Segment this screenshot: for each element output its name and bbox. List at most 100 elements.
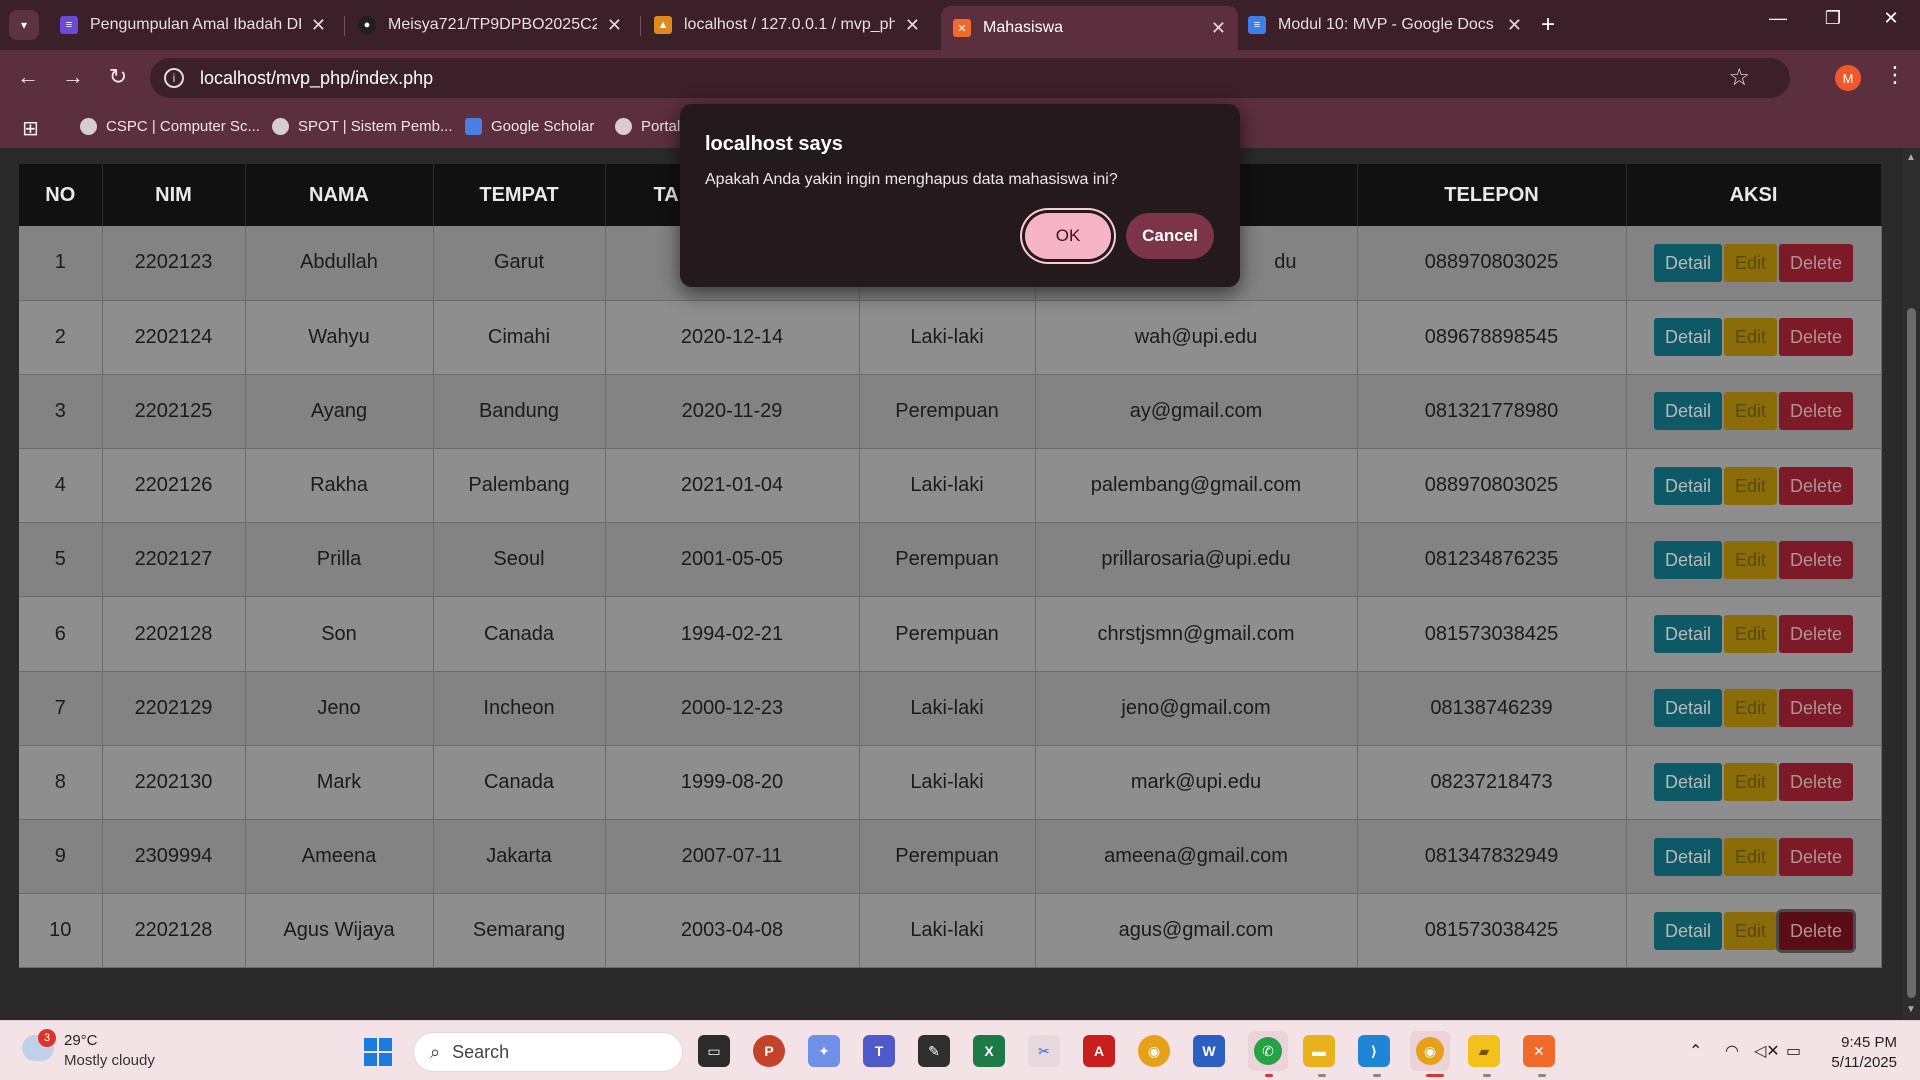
taskbar-search[interactable]: ⌕ Search: [413, 1032, 683, 1072]
tab-github[interactable]: ● Meisya721/TP9DPBO2025C2 ✕: [346, 8, 634, 42]
snipping-tool-icon[interactable]: ✂: [1028, 1035, 1060, 1067]
menu-icon[interactable]: ⋮: [1884, 62, 1906, 88]
bookmark-cspc[interactable]: CSPC | Computer Sc...: [80, 118, 260, 135]
detail-button[interactable]: Detail: [1653, 392, 1722, 431]
edit-button[interactable]: Edit: [1723, 540, 1778, 579]
chrome-profile-icon[interactable]: ◉: [1410, 1031, 1450, 1071]
edit-button[interactable]: Edit: [1723, 392, 1778, 431]
close-window-icon[interactable]: ✕: [1871, 8, 1911, 29]
table-row: 3 2202125 Ayang Bandung 2020-11-29 Perempuan a…: [19, 374, 1882, 450]
detail-button[interactable]: Detail: [1653, 615, 1722, 654]
edit-button[interactable]: Edit: [1723, 763, 1778, 802]
sticky-notes-icon[interactable]: ▰: [1468, 1035, 1500, 1067]
edit-button[interactable]: Edit: [1723, 911, 1778, 950]
close-icon[interactable]: ✕: [607, 15, 622, 36]
delete-button[interactable]: Delete: [1779, 392, 1854, 431]
delete-button[interactable]: Delete: [1779, 689, 1854, 728]
detail-button[interactable]: Detail: [1653, 837, 1722, 876]
new-tab-button[interactable]: +: [1541, 11, 1555, 39]
cell-aksi: Detail Edit Delete: [1626, 819, 1882, 895]
cell-tempat: Seoul: [433, 522, 606, 598]
delete-button[interactable]: Delete: [1779, 763, 1854, 802]
delete-button[interactable]: Delete: [1779, 540, 1854, 579]
cell-tempat: Canada: [433, 745, 606, 821]
edit-button[interactable]: Edit: [1723, 615, 1778, 654]
scrollbar-thumb[interactable]: [1907, 308, 1916, 998]
address-bar[interactable]: i localhost/mvp_php/index.php ☆: [150, 58, 1790, 98]
battery-icon[interactable]: ▭: [1786, 1041, 1801, 1061]
header-telepon: TELEPON: [1357, 164, 1627, 226]
detail-button[interactable]: Detail: [1653, 466, 1722, 505]
reload-icon[interactable]: ↻: [103, 64, 133, 90]
close-icon[interactable]: ✕: [311, 15, 326, 36]
copilot-icon[interactable]: ✦: [808, 1035, 840, 1067]
scroll-up-icon[interactable]: ▲: [1906, 152, 1916, 163]
file-explorer-icon[interactable]: ▬: [1303, 1035, 1335, 1067]
delete-button[interactable]: Delete: [1779, 466, 1854, 505]
chevron-up-icon[interactable]: ⌃: [1689, 1041, 1702, 1061]
ok-button[interactable]: OK: [1025, 213, 1111, 259]
detail-button[interactable]: Detail: [1653, 318, 1722, 357]
cell-aksi: Detail Edit Delete: [1626, 522, 1882, 598]
cancel-button[interactable]: Cancel: [1126, 213, 1214, 259]
tab-forms[interactable]: ≡ Pengumpulan Amal Ibadah DPB ✕: [48, 8, 338, 42]
close-icon[interactable]: ✕: [905, 15, 920, 36]
site-info-icon[interactable]: i: [164, 68, 184, 88]
tab-mahasiswa[interactable]: ✕ Mahasiswa ✕: [941, 6, 1238, 50]
teams-icon[interactable]: T: [863, 1035, 895, 1067]
delete-button[interactable]: Delete: [1779, 615, 1854, 654]
tab-search-button[interactable]: ▾: [9, 10, 39, 40]
detail-button[interactable]: Detail: [1653, 911, 1722, 950]
restore-icon[interactable]: ❐: [1813, 8, 1853, 29]
cell-tempat: Incheon: [433, 671, 606, 746]
volume-muted-icon[interactable]: ◁✕: [1754, 1041, 1780, 1061]
tab-phpmyadmin[interactable]: ▲ localhost / 127.0.0.1 / mvp_php ✕: [642, 8, 932, 42]
excel-icon[interactable]: X: [973, 1035, 1005, 1067]
whatsapp-icon[interactable]: ✆: [1248, 1031, 1288, 1071]
windows-start-icon[interactable]: [364, 1038, 392, 1066]
scroll-down-icon[interactable]: ▼: [1906, 1004, 1916, 1015]
delete-button[interactable]: Delete: [1779, 318, 1854, 357]
weather-temperature[interactable]: 29°C: [64, 1032, 98, 1049]
delete-button[interactable]: Delete: [1779, 243, 1854, 282]
back-icon[interactable]: ←: [13, 64, 43, 90]
profile-avatar[interactable]: M: [1835, 65, 1861, 91]
detail-button[interactable]: Detail: [1653, 540, 1722, 579]
apps-grid-icon[interactable]: ⊞: [22, 116, 39, 141]
edit-button[interactable]: Edit: [1723, 466, 1778, 505]
minimize-icon[interactable]: —: [1758, 8, 1798, 29]
table-row: 4 2202126 Rakha Palembang 2021-01-04 Laki-lak…: [19, 448, 1882, 524]
close-icon[interactable]: ✕: [1507, 15, 1522, 36]
xampp-icon[interactable]: ✕: [1523, 1035, 1555, 1067]
delete-button[interactable]: Delete: [1779, 911, 1854, 950]
detail-button[interactable]: Detail: [1653, 763, 1722, 802]
tab-google-docs[interactable]: ≡ Modul 10: MVP - Google Docs ✕: [1236, 8, 1534, 42]
bookmark-star-icon[interactable]: ☆: [1728, 63, 1750, 92]
cell-telepon: 081573038425: [1357, 596, 1627, 672]
bookmark-spot[interactable]: SPOT | Sistem Pemb...: [272, 118, 453, 135]
delete-button[interactable]: Delete: [1779, 837, 1854, 876]
bookmark-google-scholar[interactable]: Google Scholar: [465, 118, 594, 135]
edit-button[interactable]: Edit: [1723, 318, 1778, 357]
edit-button[interactable]: Edit: [1723, 243, 1778, 282]
page-scrollbar[interactable]: ▲ ▼: [1903, 148, 1920, 1020]
bookmark-portal[interactable]: Portal: [615, 118, 680, 135]
acrobat-icon[interactable]: A: [1083, 1035, 1115, 1067]
cell-aksi: Detail Edit Delete: [1626, 226, 1882, 301]
detail-button[interactable]: Detail: [1653, 689, 1722, 728]
forward-icon[interactable]: →: [58, 64, 88, 90]
system-clock[interactable]: 9:45 PM 5/11/2025: [1823, 1033, 1897, 1073]
task-view-icon[interactable]: ▭: [698, 1035, 730, 1067]
weather-description[interactable]: Mostly cloudy: [64, 1052, 155, 1069]
close-icon[interactable]: ✕: [1211, 18, 1226, 39]
chrome-icon[interactable]: ◉: [1138, 1035, 1170, 1067]
edit-button[interactable]: Edit: [1723, 689, 1778, 728]
vscode-icon[interactable]: ⟩: [1358, 1035, 1390, 1067]
edit-button[interactable]: Edit: [1723, 837, 1778, 876]
powerpoint-icon[interactable]: P: [753, 1035, 785, 1067]
detail-button[interactable]: Detail: [1653, 243, 1722, 282]
pen-tool-icon[interactable]: ✎: [918, 1035, 950, 1067]
word-icon[interactable]: W: [1193, 1035, 1225, 1067]
wifi-icon[interactable]: ◠: [1725, 1041, 1739, 1061]
cell-gender: Laki-laki: [859, 671, 1036, 746]
